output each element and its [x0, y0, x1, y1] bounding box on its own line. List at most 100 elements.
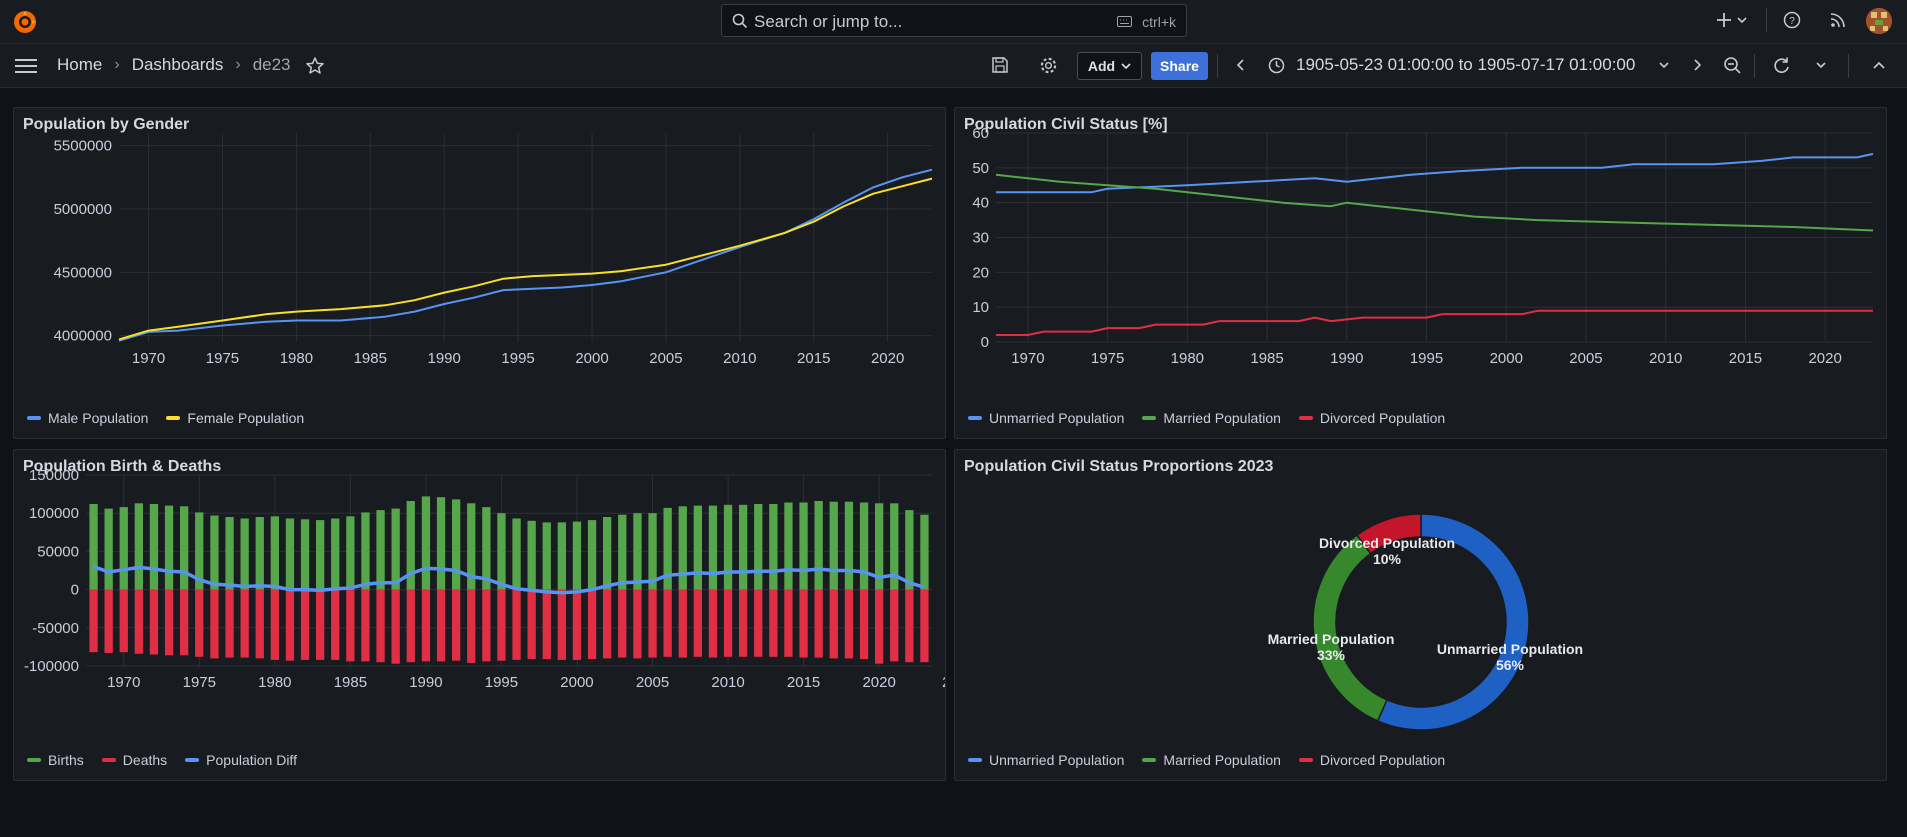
deaths-bar	[633, 589, 642, 659]
births-bar	[331, 518, 340, 590]
deaths-bar	[195, 589, 204, 657]
legend-item-female[interactable]: Female Population	[166, 410, 304, 426]
x-tick-label: 1995	[1410, 350, 1443, 367]
population-civil-status-chart: 60504030201001970 1975 1980 1985 1990 1995 200…	[972, 125, 1874, 367]
time-forward-chevron-icon[interactable]	[1692, 59, 1702, 71]
deaths-bar	[572, 589, 582, 660]
avatar[interactable]	[1866, 8, 1892, 34]
deaths-bar	[542, 589, 551, 660]
x-tick-label: 2000	[1490, 350, 1523, 367]
deaths-bar	[723, 589, 733, 657]
add-button-label: Add	[1087, 58, 1116, 74]
slice-percent: 10%	[1373, 551, 1402, 567]
deaths-bar	[467, 589, 476, 663]
deaths-bar	[225, 589, 234, 658]
legend-item-married[interactable]: Married Population	[1142, 410, 1281, 426]
top-bar: Search or jump to... ctrl+k ?	[0, 0, 1907, 44]
slice-label: Unmarried Population	[1437, 641, 1583, 657]
time-back-chevron-icon[interactable]	[1236, 59, 1246, 71]
births-bar	[603, 517, 612, 590]
panel-population-birth-deaths[interactable]: Population Birth & Deaths 150000 100000 50…	[13, 449, 946, 781]
breadcrumb-home[interactable]: Home	[57, 55, 102, 75]
births-bar	[572, 521, 582, 590]
add-button[interactable]: Add	[1077, 52, 1142, 80]
legend-label: Births	[48, 752, 84, 768]
panel-population-by-gender[interactable]: Population by Gender 5500000 5000000 45000…	[13, 107, 946, 439]
legend-item-deaths[interactable]: Deaths	[101, 752, 167, 768]
star-icon[interactable]	[305, 56, 325, 76]
menu-icon[interactable]	[14, 57, 38, 75]
y-tick-label: 30	[972, 230, 989, 247]
panel-civil-status-proportions[interactable]: Population Civil Status Proportions 2023…	[954, 449, 1887, 781]
y-tick-label: 10	[972, 299, 989, 316]
share-button[interactable]: Share	[1151, 52, 1208, 80]
chevron-down-icon[interactable]	[1815, 60, 1827, 70]
plus-icon[interactable]	[1715, 11, 1733, 29]
zoom-out-icon[interactable]	[1723, 56, 1742, 75]
chevron-down-icon[interactable]	[1658, 60, 1670, 70]
help-icon[interactable]: ?	[1783, 11, 1801, 29]
breadcrumb-dashboards[interactable]: Dashboards	[132, 55, 224, 75]
deaths-bar	[754, 589, 763, 657]
avatar-pattern-icon	[1866, 8, 1892, 34]
legend-item-married[interactable]: Married Population	[1142, 752, 1281, 768]
chart-legend: Unmarried Population Married Population …	[968, 752, 1445, 768]
settings-gear-icon[interactable]	[1039, 56, 1058, 75]
legend-item-unmarried[interactable]: Unmarried Population	[968, 410, 1124, 426]
x-tick-label: 1970	[107, 674, 140, 691]
births-bar	[542, 522, 551, 590]
births-bar	[844, 501, 854, 590]
save-icon[interactable]	[991, 56, 1009, 74]
deaths-bar	[134, 589, 143, 654]
deaths-bar	[300, 589, 310, 660]
y-tick-label: 0	[71, 582, 79, 599]
chart-legend: Male Population Female Population	[27, 410, 304, 426]
x-tick-label: 1985	[1250, 350, 1283, 367]
births-bar	[784, 502, 793, 590]
x-tick-label: 1980	[1171, 350, 1204, 367]
collapse-chevron-up-icon[interactable]	[1872, 60, 1886, 70]
search-input[interactable]: Search or jump to... ctrl+k	[721, 4, 1187, 37]
x-tick-label: 1985	[334, 674, 367, 691]
panel-population-civil-status[interactable]: Population Civil Status [%] 60 50 40 30 20 10…	[954, 107, 1887, 439]
deaths-bar	[482, 589, 491, 662]
deaths-bar	[452, 589, 461, 661]
births-bar	[240, 518, 249, 590]
series-line	[118, 168, 933, 342]
slice-label: Divorced Population	[1319, 535, 1455, 551]
legend-item-unmarried[interactable]: Unmarried Population	[968, 752, 1124, 768]
legend-swatch	[1298, 758, 1313, 762]
deaths-bar	[799, 589, 808, 658]
births-bar	[618, 514, 627, 590]
legend-item-male[interactable]: Male Population	[27, 410, 148, 426]
chevron-down-icon[interactable]	[1736, 15, 1748, 25]
x-tick-label: 2015	[797, 350, 830, 367]
deaths-bar	[104, 589, 113, 653]
breadcrumb: Home › Dashboards › de23	[57, 55, 291, 75]
births-bar	[134, 503, 143, 590]
births-bar	[361, 512, 370, 590]
divider	[1754, 54, 1755, 78]
legend-swatch	[968, 758, 982, 762]
legend-item-divorced[interactable]: Divorced Population	[1298, 752, 1445, 768]
legend-swatch	[27, 416, 41, 420]
time-range-picker[interactable]: 1905-05-23 01:00:00 to 1905-07-17 01:00:…	[1296, 55, 1635, 75]
legend-item-births[interactable]: Births	[27, 752, 84, 768]
search-shortcut: ctrl+k	[1142, 14, 1176, 30]
y-tick-label: 40	[972, 195, 989, 212]
x-tick-label: 1975	[1091, 350, 1124, 367]
births-bar	[270, 516, 279, 590]
legend-item-population-diff[interactable]: Population Diff	[185, 752, 297, 768]
grafana-logo-icon[interactable]	[12, 9, 38, 35]
legend-item-divorced[interactable]: Divorced Population	[1298, 410, 1445, 426]
deaths-bar	[316, 589, 325, 660]
x-tick-label: 2020	[862, 674, 895, 691]
deaths-bar	[587, 589, 597, 660]
deaths-bar	[285, 589, 295, 661]
refresh-icon[interactable]	[1772, 56, 1791, 75]
births-bar	[920, 514, 929, 590]
legend-swatch	[968, 416, 982, 420]
x-tick-label: 2010	[1649, 350, 1682, 367]
births-bar	[905, 510, 914, 590]
rss-icon[interactable]	[1829, 11, 1847, 29]
